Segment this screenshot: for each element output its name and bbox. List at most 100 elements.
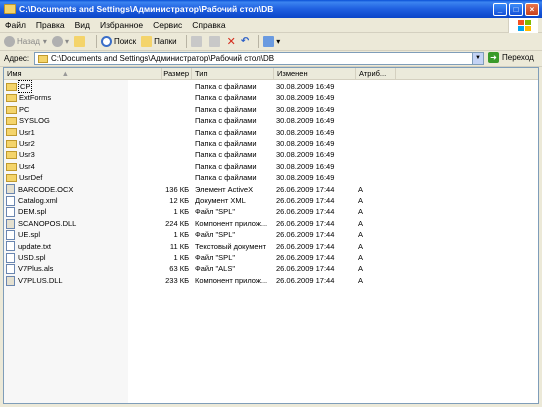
column-name[interactable]: Имя ▲: [4, 68, 162, 80]
table-row[interactable]: Usr3 Папка с файлами 30.08.2009 16:49: [4, 149, 538, 160]
folder-icon: [4, 4, 16, 14]
file-modified: 30.08.2009 16:49: [276, 104, 335, 114]
table-row[interactable]: DEM.spl 1 КБ Файл "SPL" 26.06.2009 17:44 A: [4, 206, 538, 218]
file-name-cell[interactable]: Usr4: [6, 161, 35, 172]
table-row[interactable]: Catalog.xml 12 КБ Документ XML 26.06.2009 1…: [4, 195, 538, 206]
maximize-button[interactable]: □: [509, 2, 523, 16]
file-type: Папка с файлами: [195, 104, 257, 114]
table-row[interactable]: Usr2 Папка с файлами 30.08.2009 16:49: [4, 138, 538, 149]
file-attributes: A: [358, 241, 364, 251]
table-row[interactable]: ExtForms Папка с файлами 30.08.2009 16:49: [4, 92, 538, 103]
column-type[interactable]: Тип: [192, 68, 274, 80]
file-attributes: A: [358, 184, 364, 194]
file-name-cell[interactable]: Usr1: [6, 127, 35, 138]
menu-view[interactable]: Вид: [70, 20, 95, 30]
file-name-cell[interactable]: V7PLUS.DLL: [6, 275, 63, 286]
table-row[interactable]: update.txt 11 КБ Текстовый документ 26.06.2…: [4, 241, 538, 252]
menu-help[interactable]: Справка: [187, 20, 230, 30]
file-name-cell[interactable]: UsrDef: [6, 172, 42, 183]
table-row[interactable]: UE.spl 1 КБ Файл "SPL" 26.06.2009 17:44 A: [4, 229, 538, 240]
file-name-cell[interactable]: SCANOPOS.DLL: [6, 218, 76, 229]
file-name-cell[interactable]: DEM.spl: [6, 206, 47, 218]
file-name-cell[interactable]: V7Plus.als: [6, 263, 53, 275]
copy-to-button[interactable]: [208, 36, 222, 47]
table-row[interactable]: UsrDef Папка с файлами 30.08.2009 16:49: [4, 172, 538, 183]
file-name-cell[interactable]: update.txt: [6, 241, 51, 252]
delete-button[interactable]: ✕: [227, 35, 236, 48]
table-row[interactable]: Usr4 Папка с файлами 30.08.2009 16:49: [4, 161, 538, 172]
file-type: Папка с файлами: [195, 116, 257, 126]
menu-file[interactable]: Файл: [0, 20, 31, 30]
file-name: Usr3: [19, 150, 35, 160]
table-row[interactable]: CP Папка с файлами 30.08.2009 16:49: [4, 79, 538, 94]
file-name-cell[interactable]: CP: [6, 79, 33, 94]
table-row[interactable]: USD.spl 1 КБ Файл "SPL" 26.06.2009 17:44 A: [4, 252, 538, 263]
file-list[interactable]: Имя ▲ Размер Тип Изменен Атриб... CP Папк…: [3, 67, 539, 404]
file-name: update.txt: [18, 241, 51, 251]
file-name: SCANOPOS.DLL: [18, 218, 77, 228]
search-button[interactable]: Поиск: [100, 36, 136, 47]
file-modified: 26.06.2009 17:44: [276, 207, 335, 217]
file-name-cell[interactable]: USD.spl: [6, 252, 46, 263]
file-name-cell[interactable]: SYSLOG: [6, 115, 50, 126]
address-dropdown-icon[interactable]: ▼: [472, 53, 483, 64]
folder-icon: [6, 105, 17, 114]
folder-icon: [6, 139, 17, 148]
file-name-cell[interactable]: BARCODE.OCX: [6, 184, 73, 195]
back-arrow-icon: [4, 36, 15, 47]
search-icon: [100, 36, 112, 47]
document-icon: [6, 195, 15, 206]
table-row[interactable]: V7PLUS.DLL 233 КБ Компонент прилож... 26.06…: [4, 275, 538, 286]
file-name-cell[interactable]: Catalog.xml: [6, 195, 58, 206]
table-row[interactable]: SCANOPOS.DLL 224 КБ Компонент прилож... 26.…: [4, 218, 538, 229]
table-row[interactable]: SYSLOG Папка с файлами 30.08.2009 16:49: [4, 115, 538, 126]
title-bar[interactable]: C:\Documents and Settings\Администратор\…: [0, 0, 542, 18]
menu-tools[interactable]: Сервис: [148, 20, 187, 30]
file-type: Папка с файлами: [195, 93, 257, 103]
table-row[interactable]: Usr1 Папка с файлами 30.08.2009 16:49: [4, 127, 538, 138]
views-icon: [263, 36, 275, 47]
undo-icon: ↶: [240, 36, 250, 47]
column-modified[interactable]: Изменен: [274, 68, 356, 80]
forward-button[interactable]: ▾: [51, 36, 69, 47]
table-row[interactable]: BARCODE.OCX 136 КБ Элемент ActiveX 26.06.20…: [4, 184, 538, 195]
file-name: DEM.spl: [18, 207, 47, 217]
column-attr[interactable]: Атриб...: [356, 68, 396, 80]
file-type: Документ XML: [195, 196, 246, 205]
go-button[interactable]: ➜ Переход: [488, 52, 534, 63]
menu-edit[interactable]: Правка: [31, 20, 70, 30]
minimize-button[interactable]: _: [493, 2, 507, 16]
separator: [258, 35, 260, 48]
file-modified: 26.06.2009 17:44: [276, 184, 335, 194]
file-name: CP: [17, 79, 33, 94]
menu-favorites[interactable]: Избранное: [95, 20, 148, 30]
file-name-cell[interactable]: PC: [6, 104, 29, 115]
file-name: BARCODE.OCX: [18, 184, 74, 194]
dll-file-icon: [6, 184, 15, 195]
window-title: C:\Documents and Settings\Администратор\…: [19, 4, 274, 14]
back-button[interactable]: Назад ▾: [4, 36, 47, 47]
file-name-cell[interactable]: ExtForms: [6, 92, 51, 103]
file-name-cell[interactable]: Usr3: [6, 149, 35, 160]
column-modified-label: Изменен: [277, 69, 308, 78]
file-size: 1 КБ: [173, 230, 189, 240]
move-to-button[interactable]: [190, 36, 204, 47]
document-icon: [6, 252, 15, 263]
file-type: Файл "ALS": [195, 264, 236, 274]
column-size[interactable]: Размер: [162, 68, 192, 80]
file-name-cell[interactable]: Usr2: [6, 138, 35, 149]
column-name-label: Имя: [7, 69, 22, 78]
up-folder-button[interactable]: [73, 36, 87, 47]
table-row[interactable]: PC Папка с файлами 30.08.2009 16:49: [4, 104, 538, 115]
folders-button[interactable]: Папки: [141, 36, 177, 47]
address-input[interactable]: C:\Documents and Settings\Администратор\…: [34, 52, 484, 65]
file-name-cell[interactable]: UE.spl: [6, 229, 40, 240]
views-button[interactable]: ▾: [263, 36, 280, 47]
table-row[interactable]: V7Plus.als 63 КБ Файл "ALS" 26.06.2009 17:4…: [4, 263, 538, 275]
file-type: Компонент прилож...: [195, 275, 268, 285]
folder-icon: [6, 173, 17, 182]
folders-label: Папки: [154, 37, 177, 46]
undo-button[interactable]: ↶: [241, 36, 249, 47]
document-icon: [6, 229, 15, 240]
close-button[interactable]: ×: [525, 2, 539, 16]
